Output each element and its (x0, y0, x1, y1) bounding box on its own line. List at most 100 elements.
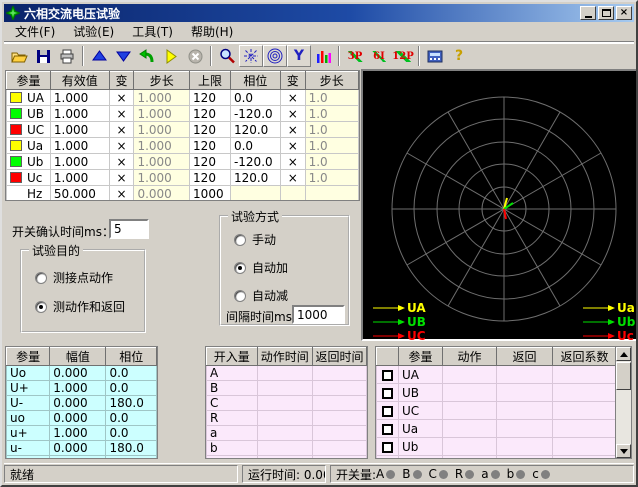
open-button[interactable] (7, 45, 31, 67)
limit-cell[interactable]: 120 (190, 154, 231, 170)
menu-help[interactable]: 帮助(H) (182, 21, 242, 42)
var-toggle[interactable]: × (109, 138, 134, 154)
switch-indicator-b: b (507, 467, 533, 481)
result-label: UB (399, 384, 443, 402)
raise-button[interactable] (87, 45, 111, 67)
var-toggle[interactable]: × (280, 90, 305, 106)
var-toggle[interactable]: × (109, 154, 134, 170)
start-button[interactable] (159, 45, 183, 67)
checkbox[interactable] (382, 388, 393, 399)
mode-3p-button[interactable]: 3P (343, 45, 367, 67)
zoom-button[interactable] (215, 45, 239, 67)
phase-cell[interactable]: 120.0 (230, 170, 280, 186)
limit-cell[interactable]: 120 (190, 122, 231, 138)
table-row-ua: UA 1.000 × 1.000 120 0.0 × 1.0 (7, 90, 359, 106)
rms-cell[interactable]: 1.000 (50, 90, 109, 106)
vertical-scrollbar[interactable] (615, 347, 631, 458)
status-ready: 就绪 (4, 465, 238, 483)
var-toggle[interactable]: × (280, 154, 305, 170)
phase-cell[interactable]: 0.0 (230, 138, 280, 154)
var-toggle[interactable]: × (280, 122, 305, 138)
interval-input[interactable] (292, 305, 345, 324)
step-cell[interactable]: 1.000 (134, 90, 190, 106)
mode-12p-button[interactable]: 12P (391, 45, 415, 67)
vector-view-button[interactable] (239, 45, 263, 67)
phase-cell[interactable]: 120.0 (230, 122, 280, 138)
var-toggle[interactable]: × (109, 170, 134, 186)
step-cell[interactable]: 1.000 (134, 106, 190, 122)
var-toggle[interactable]: × (109, 106, 134, 122)
table-header-row: 参量 幅值 相位 (7, 348, 157, 366)
step-cell[interactable]: 1.0 (305, 154, 358, 170)
limit-cell[interactable]: 120 (190, 170, 231, 186)
step-cell[interactable]: 1.0 (305, 170, 358, 186)
param-label: UB (27, 107, 44, 121)
rms-cell[interactable]: 50.000 (50, 186, 109, 202)
step-cell[interactable]: 1.000 (134, 138, 190, 154)
radio-auto-decrease[interactable]: 自动减 (234, 287, 288, 304)
menu-file[interactable]: 文件(F) (6, 21, 64, 42)
var-toggle[interactable]: × (280, 170, 305, 186)
scroll-down-button[interactable] (616, 444, 631, 458)
param-label: Ua (27, 139, 43, 153)
switch-confirm-input[interactable] (109, 219, 149, 239)
minimize-button[interactable] (580, 6, 596, 20)
phase-cell[interactable]: 0.0 (230, 90, 280, 106)
var-toggle[interactable]: × (109, 186, 134, 202)
phase-cell[interactable]: -120.0 (230, 106, 280, 122)
radio-manual[interactable]: 手动 (234, 231, 276, 248)
radio-auto-increase[interactable]: 自动加 (234, 259, 288, 276)
close-button[interactable]: × (616, 6, 632, 20)
print-button[interactable] (55, 45, 79, 67)
ratio-cell (553, 438, 617, 456)
col-check (377, 348, 399, 366)
table-row: Ua (377, 420, 617, 438)
step-cell[interactable]: 1.0 (305, 122, 358, 138)
vector-star-icon (243, 48, 259, 64)
phase-cell[interactable]: -120.0 (230, 154, 280, 170)
device-button[interactable] (423, 45, 447, 67)
help-button[interactable]: ? (447, 45, 471, 67)
step-cell[interactable]: 1.000 (134, 122, 190, 138)
menu-tools[interactable]: 工具(T) (123, 21, 182, 42)
step-cell[interactable]: 1.000 (134, 170, 190, 186)
var-toggle[interactable]: × (280, 106, 305, 122)
limit-cell[interactable]: 120 (190, 106, 231, 122)
step-cell[interactable]: 0.000 (134, 186, 190, 202)
limit-cell[interactable]: 120 (190, 138, 231, 154)
checkbox[interactable] (382, 370, 393, 381)
rms-cell[interactable]: 1.000 (50, 122, 109, 138)
scrollbar-thumb[interactable] (616, 362, 631, 390)
menu-test[interactable]: 试验(E) (64, 21, 123, 42)
stop-button[interactable] (183, 45, 207, 67)
step-cell[interactable]: 1.000 (134, 154, 190, 170)
var-toggle[interactable]: × (280, 138, 305, 154)
var-toggle[interactable]: × (109, 122, 134, 138)
radio-contact-action[interactable]: 测接点动作 (35, 269, 113, 286)
save-button[interactable] (31, 45, 55, 67)
checkbox[interactable] (382, 442, 393, 453)
limit-cell[interactable]: 1000 (190, 186, 231, 202)
var-toggle[interactable]: × (109, 90, 134, 106)
rms-cell[interactable]: 1.000 (50, 138, 109, 154)
y-connection-button[interactable]: Y (287, 45, 311, 67)
bar-view-button[interactable] (311, 45, 335, 67)
lower-button[interactable] (111, 45, 135, 67)
rms-cell[interactable]: 1.000 (50, 106, 109, 122)
radio-action-return[interactable]: 测动作和返回 (35, 298, 125, 315)
limit-cell[interactable]: 120 (190, 90, 231, 106)
step-cell[interactable]: 1.0 (305, 106, 358, 122)
rms-cell[interactable]: 1.000 (50, 154, 109, 170)
maximize-button[interactable] (598, 6, 614, 20)
scroll-up-button[interactable] (616, 347, 631, 361)
step-cell[interactable]: 1.0 (305, 138, 358, 154)
checkbox[interactable] (382, 424, 393, 435)
step-cell[interactable]: 1.0 (305, 90, 358, 106)
reset-button[interactable] (135, 45, 159, 67)
mode-6i-button[interactable]: 6I (367, 45, 391, 67)
polar-view-button[interactable] (263, 45, 287, 67)
checkbox[interactable] (382, 406, 393, 417)
vector-arrow-icon (583, 332, 615, 340)
up-triangle-icon (92, 49, 107, 63)
rms-cell[interactable]: 1.000 (50, 170, 109, 186)
